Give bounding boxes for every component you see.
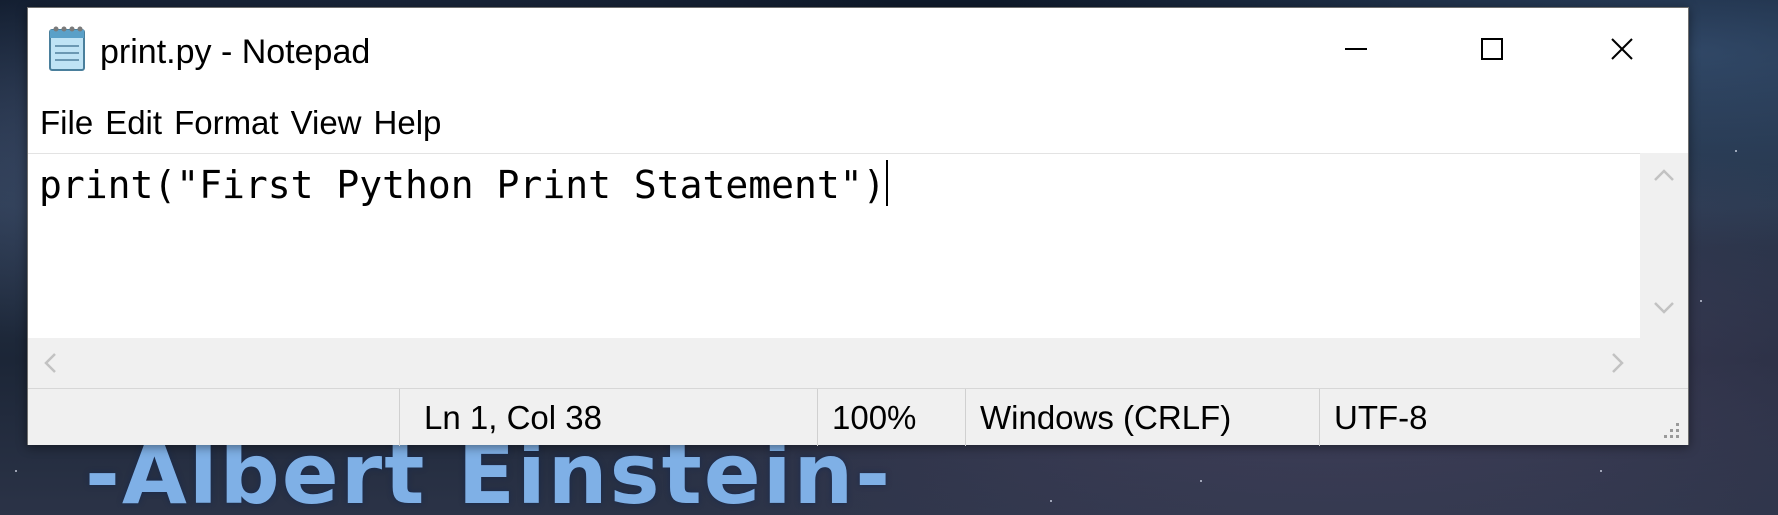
menu-file[interactable]: File bbox=[34, 103, 99, 143]
window-title: print.py - Notepad bbox=[100, 33, 371, 71]
notepad-icon[interactable] bbox=[46, 24, 90, 72]
scroll-down-arrow-icon[interactable] bbox=[1652, 298, 1676, 322]
close-button[interactable] bbox=[1554, 8, 1690, 94]
status-zoom: 100% bbox=[817, 389, 965, 446]
close-icon bbox=[1609, 36, 1635, 66]
minimize-button[interactable] bbox=[1288, 8, 1424, 94]
status-line-endings: Windows (CRLF) bbox=[965, 389, 1319, 446]
status-bar: Ln 1, Col 38 100% Windows (CRLF) UTF-8 bbox=[28, 388, 1688, 446]
editor-content-line[interactable]: print("First Python Print Statement") bbox=[39, 160, 889, 210]
editor-text: print("First Python Print Statement") bbox=[39, 163, 886, 207]
menu-format[interactable]: Format bbox=[168, 103, 285, 143]
maximize-button[interactable] bbox=[1424, 8, 1560, 94]
scroll-right-arrow-icon[interactable] bbox=[1608, 351, 1628, 379]
menu-view[interactable]: View bbox=[285, 103, 368, 143]
text-editor[interactable]: print("First Python Print Statement") bbox=[28, 153, 1640, 338]
minimize-icon bbox=[1343, 36, 1369, 66]
vertical-scrollbar[interactable] bbox=[1640, 153, 1688, 338]
status-cursor-position: Ln 1, Col 38 bbox=[399, 389, 817, 446]
scroll-up-arrow-icon[interactable] bbox=[1652, 165, 1676, 189]
menu-help[interactable]: Help bbox=[368, 103, 448, 143]
text-caret bbox=[886, 160, 889, 206]
menu-edit[interactable]: Edit bbox=[99, 103, 168, 143]
status-encoding: UTF-8 bbox=[1319, 389, 1688, 446]
resize-grip-icon[interactable] bbox=[1660, 419, 1682, 445]
scroll-left-arrow-icon[interactable] bbox=[40, 351, 60, 379]
menu-bar: File Edit Format View Help bbox=[28, 94, 1688, 152]
title-bar[interactable]: print.py - Notepad bbox=[28, 8, 1688, 94]
maximize-icon bbox=[1479, 36, 1505, 66]
horizontal-scrollbar[interactable] bbox=[28, 338, 1688, 388]
notepad-window: print.py - Notepad File Edit Format View… bbox=[27, 7, 1689, 446]
